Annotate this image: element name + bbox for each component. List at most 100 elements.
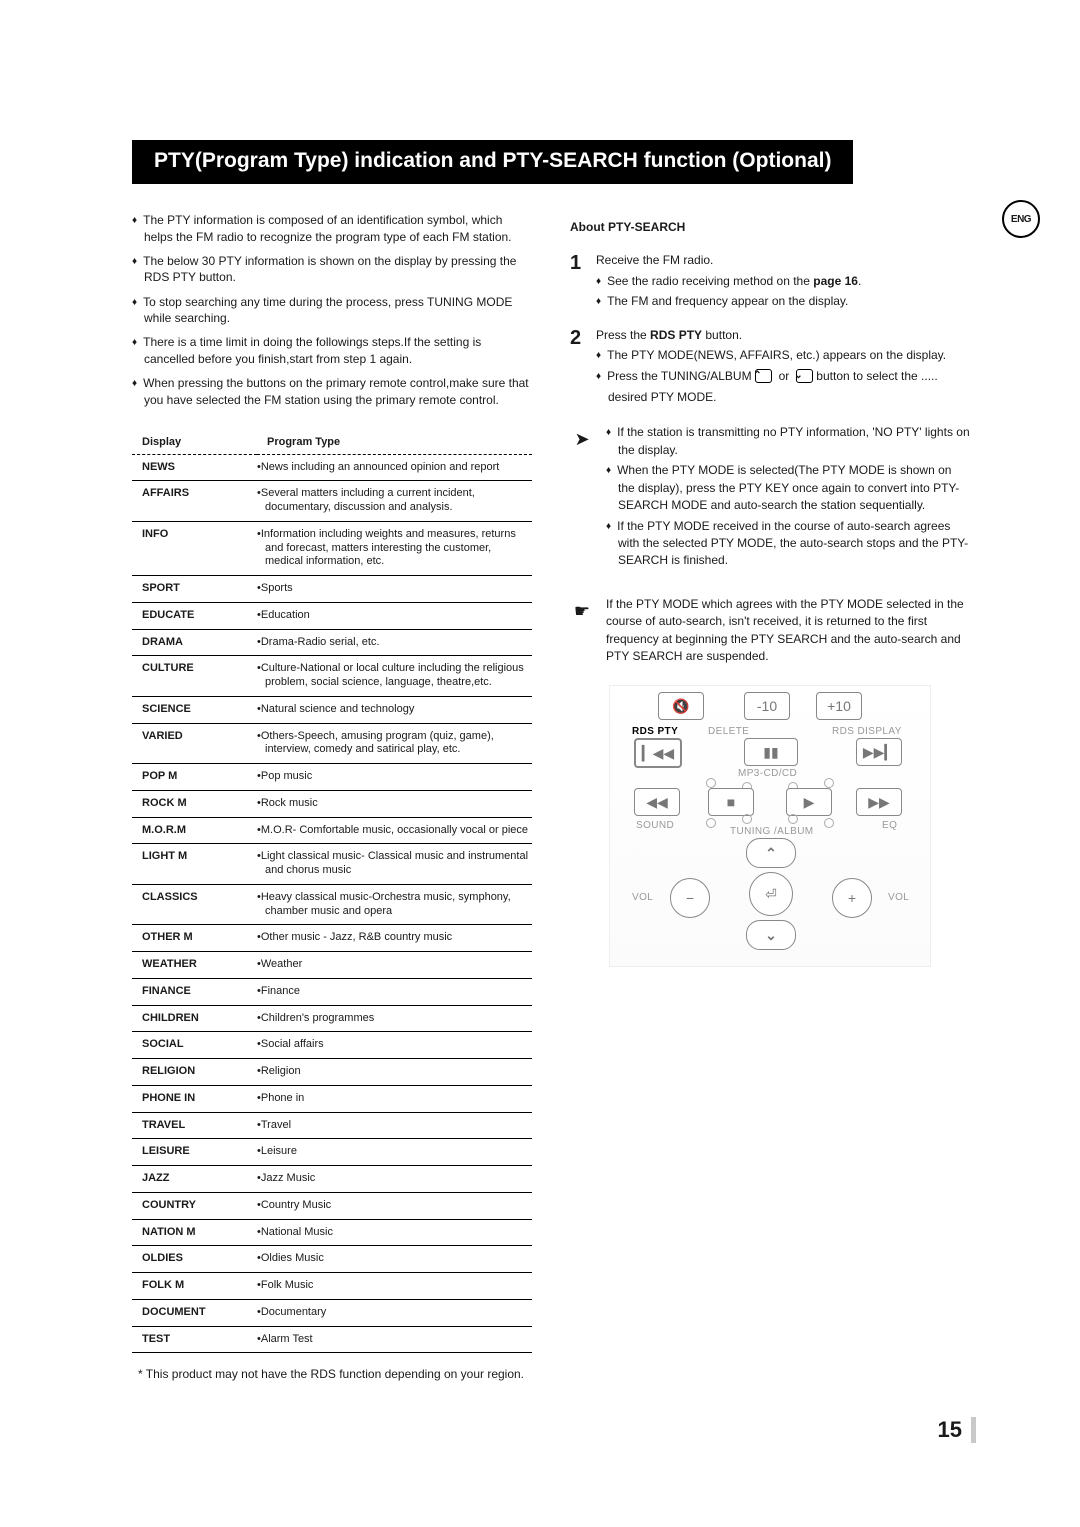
mute-icon: 🔇 <box>658 692 704 720</box>
table-row: RELIGIONReligion <box>132 1059 532 1086</box>
table-row: NATION MNational Music <box>132 1219 532 1246</box>
table-row: DRAMADrama-Radio serial, etc. <box>132 629 532 656</box>
step-sub: The PTY MODE(NEWS, AFFAIRS, etc.) appear… <box>596 347 970 365</box>
table-row: CULTURECulture-National or local culture… <box>132 656 532 697</box>
type-cell: Pop music <box>257 764 532 791</box>
table-row: COUNTRYCountry Music <box>132 1192 532 1219</box>
type-cell: Folk Music <box>257 1273 532 1300</box>
step-1: 1 Receive the FM radio. See the radio re… <box>570 252 970 310</box>
vol-up-button[interactable]: + <box>832 878 872 918</box>
table-row: FOLK MFolk Music <box>132 1273 532 1300</box>
type-cell: Religion <box>257 1059 532 1086</box>
intro-item: The below 30 PTY information is shown on… <box>132 253 532 286</box>
table-row: POP MPop music <box>132 764 532 791</box>
display-cell: TRAVEL <box>132 1112 257 1139</box>
ffwd-button[interactable]: ▶▶ <box>856 788 902 816</box>
sound-label: SOUND <box>636 820 674 831</box>
stop-button[interactable]: ■ <box>708 788 754 816</box>
note-hand: ☛ If the PTY MODE which agrees with the … <box>570 596 970 666</box>
th-type: Program Type <box>257 430 532 455</box>
delete-label: DELETE <box>708 726 749 737</box>
minus10-button[interactable]: -10 <box>744 692 790 720</box>
type-cell: Several matters including a current inci… <box>257 481 532 522</box>
display-cell: RELIGION <box>132 1059 257 1086</box>
step-sub: See the radio receiving method on the pa… <box>596 273 970 291</box>
play-button[interactable]: ▶ <box>786 788 832 816</box>
remote-illustration: 🔇 -10 +10 RDS PTY DELETE RDS DISPLAY ▎◀◀… <box>609 685 931 967</box>
steps-list: 1 Receive the FM radio. See the radio re… <box>570 252 970 406</box>
type-cell: Other music - Jazz, R&B country music <box>257 925 532 952</box>
mp3-label: MP3-CD/CD <box>738 768 797 779</box>
display-cell: EDUCATE <box>132 602 257 629</box>
step-2: 2 Press the RDS PTY button. The PTY MODE… <box>570 327 970 407</box>
display-cell: SOCIAL <box>132 1032 257 1059</box>
table-row: SOCIALSocial affairs <box>132 1032 532 1059</box>
display-cell: COUNTRY <box>132 1192 257 1219</box>
type-cell: Social affairs <box>257 1032 532 1059</box>
type-cell: Heavy classical music-Orchestra music, s… <box>257 884 532 925</box>
type-cell: Education <box>257 602 532 629</box>
tuning-label: TUNING /ALBUM <box>730 826 814 837</box>
table-row: LIGHT MLight classical music- Classical … <box>132 844 532 885</box>
type-cell: Documentary <box>257 1299 532 1326</box>
note-item: If the station is transmitting no PTY in… <box>606 424 970 459</box>
type-cell: Jazz Music <box>257 1166 532 1193</box>
display-cell: JAZZ <box>132 1166 257 1193</box>
vol-label-l: VOL <box>632 892 653 903</box>
eq-label: EQ <box>882 820 897 831</box>
caret-down-icon: ⌄ <box>796 369 813 383</box>
display-cell: SPORT <box>132 576 257 603</box>
footnote: * This product may not have the RDS func… <box>138 1367 970 1381</box>
enter-button[interactable]: ⏎ <box>749 872 793 916</box>
intro-item: The PTY information is composed of an id… <box>132 212 532 245</box>
display-cell: FINANCE <box>132 978 257 1005</box>
table-row: OLDIESOldies Music <box>132 1246 532 1273</box>
intro-item: There is a time limit in doing the follo… <box>132 334 532 367</box>
rew-button[interactable]: ◀◀ <box>634 788 680 816</box>
type-cell: Rock music <box>257 790 532 817</box>
nav-up-button[interactable]: ⌃ <box>746 838 796 868</box>
table-row: SCIENCENatural science and technology <box>132 696 532 723</box>
nav-down-button[interactable]: ⌄ <box>746 920 796 950</box>
display-cell: POP M <box>132 764 257 791</box>
table-row: JAZZJazz Music <box>132 1166 532 1193</box>
plus10-button[interactable]: +10 <box>816 692 862 720</box>
type-cell: Finance <box>257 978 532 1005</box>
table-row: TRAVELTravel <box>132 1112 532 1139</box>
type-cell: News including an announced opinion and … <box>257 454 532 481</box>
type-cell: Natural science and technology <box>257 696 532 723</box>
type-cell: M.O.R- Comfortable music, occasionally v… <box>257 817 532 844</box>
intro-item: When pressing the buttons on the primary… <box>132 375 532 408</box>
display-cell: NATION M <box>132 1219 257 1246</box>
table-row: AFFAIRSSeveral matters including a curre… <box>132 481 532 522</box>
table-row: NEWSNews including an announced opinion … <box>132 454 532 481</box>
display-cell: SCIENCE <box>132 696 257 723</box>
intro-bullets: The PTY information is composed of an id… <box>132 212 532 407</box>
table-row: WEATHERWeather <box>132 952 532 979</box>
display-cell: VARIED <box>132 723 257 764</box>
vol-down-button[interactable]: − <box>670 878 710 918</box>
type-cell: Country Music <box>257 1192 532 1219</box>
table-row: LEISURELeisure <box>132 1139 532 1166</box>
type-cell: Light classical music- Classical music a… <box>257 844 532 885</box>
note-item: If the PTY MODE received in the course o… <box>606 518 970 570</box>
display-cell: M.O.R.M <box>132 817 257 844</box>
step-tail: desired PTY MODE. <box>596 389 970 406</box>
table-row: VARIEDOthers-Speech, amusing program (qu… <box>132 723 532 764</box>
display-cell: CLASSICS <box>132 884 257 925</box>
display-cell: PHONE IN <box>132 1085 257 1112</box>
table-row: OTHER MOther music - Jazz, R&B country m… <box>132 925 532 952</box>
display-cell: INFO <box>132 521 257 575</box>
about-heading: About PTY-SEARCH <box>570 220 970 234</box>
rdspty-button[interactable]: ▎◀◀ <box>634 738 682 768</box>
step-lead: Receive the FM radio. <box>596 252 970 269</box>
type-cell: Weather <box>257 952 532 979</box>
pause-button[interactable]: ▮▮ <box>744 738 798 766</box>
next-button[interactable]: ▶▶▎ <box>856 738 902 766</box>
arrow-right-icon: ➤ <box>570 426 594 452</box>
type-cell: National Music <box>257 1219 532 1246</box>
vol-label-r: VOL <box>888 892 909 903</box>
rdspty-label: RDS PTY <box>632 726 678 737</box>
hand-point-icon: ☛ <box>570 598 594 624</box>
intro-item: To stop searching any time during the pr… <box>132 294 532 327</box>
